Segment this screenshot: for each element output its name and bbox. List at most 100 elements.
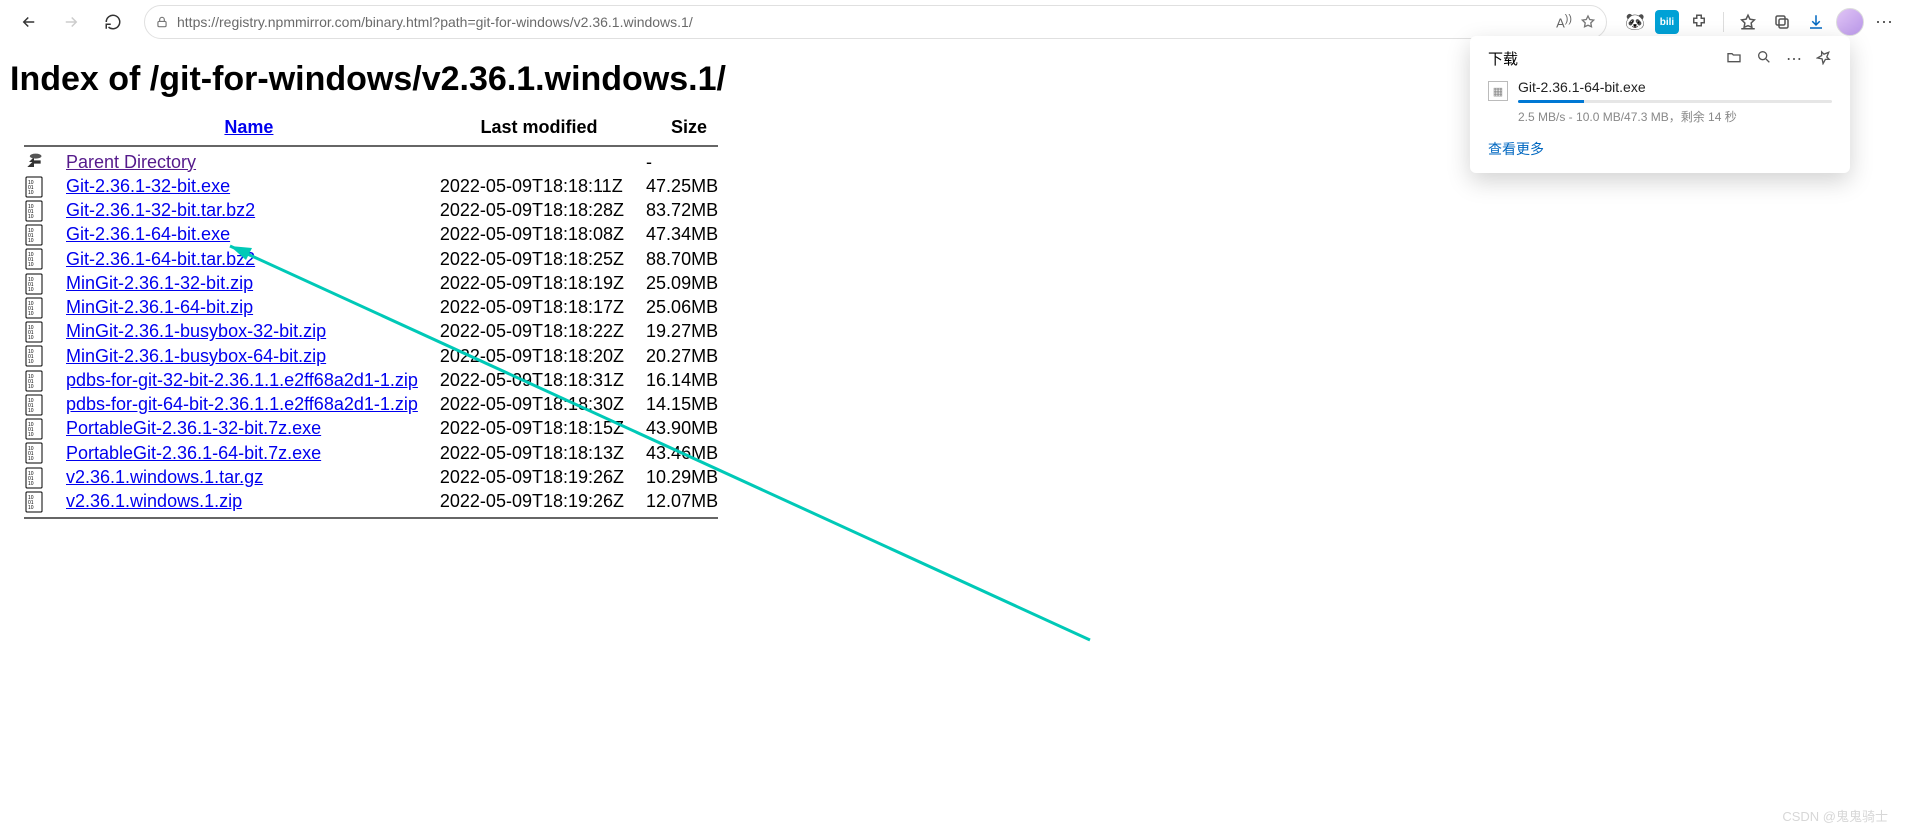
size-cell: 83.72MB	[642, 199, 736, 223]
table-row: 100110 MinGit-2.36.1-busybox-32-bit.zip 20…	[20, 320, 736, 344]
file-link[interactable]: PortableGit-2.36.1-32-bit.7z.exe	[66, 418, 321, 438]
parent-dir-link[interactable]: Parent Directory	[66, 152, 196, 172]
file-link[interactable]: MinGit-2.36.1-64-bit.zip	[66, 297, 253, 317]
read-aloud-icon[interactable]: A))	[1556, 13, 1572, 30]
back-icon	[24, 151, 44, 173]
binary-file-icon: 100110	[24, 442, 44, 464]
file-link[interactable]: v2.36.1.windows.1.zip	[66, 491, 242, 511]
size-cell: 19.27MB	[642, 320, 736, 344]
back-button[interactable]	[12, 5, 46, 39]
modified-cell: 2022-05-09T18:18:20Z	[436, 344, 642, 368]
binary-file-icon: 100110	[24, 370, 44, 392]
file-link[interactable]: MinGit-2.36.1-busybox-32-bit.zip	[66, 321, 326, 341]
file-listing-table: Name Last modified Size Parent Directory…	[20, 113, 736, 522]
watermark: CSDN @鬼鬼骑士	[1782, 806, 1888, 825]
file-link[interactable]: pdbs-for-git-64-bit-2.36.1.1.e2ff68a2d1-…	[66, 394, 418, 414]
lock-icon	[155, 15, 169, 29]
forward-button[interactable]	[54, 5, 88, 39]
svg-text:10: 10	[28, 481, 34, 487]
svg-text:10: 10	[28, 214, 34, 220]
table-row: 100110Git-2.36.1-64-bit.tar.bz22022-05-0…	[20, 247, 736, 271]
file-icon: ▦	[1488, 81, 1508, 101]
binary-file-icon: 100110	[24, 394, 44, 416]
profile-avatar[interactable]	[1836, 8, 1864, 36]
file-link[interactable]: Git-2.36.1-32-bit.tar.bz2	[66, 200, 255, 220]
table-row: 100110 MinGit-2.36.1-32-bit.zip 2022-05-09…	[20, 271, 736, 295]
binary-file-icon: 100110	[24, 200, 44, 222]
toolbar-right: 🐼 bili ⋯	[1621, 8, 1898, 36]
view-more-link[interactable]: 查看更多	[1488, 141, 1544, 157]
binary-file-icon: 100110	[24, 224, 44, 246]
table-row: 100110PortableGit-2.36.1-32-bit.7z.exe20…	[20, 417, 736, 441]
extensions-icon[interactable]	[1685, 8, 1713, 36]
file-link[interactable]: MinGit-2.36.1-busybox-64-bit.zip	[66, 346, 326, 366]
modified-cell: 2022-05-09T18:18:19Z	[436, 271, 642, 295]
downloads-icon[interactable]	[1802, 8, 1830, 36]
binary-file-icon: 100110	[24, 467, 44, 489]
table-row: 100110 Git-2.36.1-32-bit.tar.bz2 2022-05-0…	[20, 199, 736, 223]
file-link[interactable]: Git-2.36.1-64-bit.tar.bz2	[66, 249, 255, 269]
modified-cell: 2022-05-09T18:18:13Z	[436, 441, 642, 465]
favorite-icon[interactable]	[1580, 14, 1596, 30]
separator	[1723, 12, 1724, 32]
file-link[interactable]: Git-2.36.1-32-bit.exe	[66, 176, 230, 196]
file-link[interactable]: Git-2.36.1-64-bit.exe	[66, 224, 230, 244]
svg-text:10: 10	[28, 408, 34, 414]
size-cell: 12.07MB	[642, 490, 736, 514]
more-icon[interactable]: ⋯	[1786, 49, 1802, 69]
download-stats: 2.5 MB/s - 10.0 MB/47.3 MB，剩余 14 秒	[1518, 108, 1832, 125]
binary-file-icon: 100110	[24, 321, 44, 343]
svg-text:10: 10	[28, 505, 34, 511]
favorites-bar-icon[interactable]	[1734, 8, 1762, 36]
panda-ext-icon[interactable]: 🐼	[1621, 8, 1649, 36]
modified-cell: 2022-05-09T18:19:26Z	[436, 490, 642, 514]
binary-file-icon: 100110	[24, 273, 44, 295]
table-row: 100110Git-2.36.1-64-bit.exe2022-05-09T18…	[20, 223, 736, 247]
size-cell: 25.06MB	[642, 296, 736, 320]
downloads-panel: 下载 ⋯ ▦ Git-2.36.1-64-bit.exe 2.5 MB/s - …	[1470, 36, 1850, 173]
table-row: 100110 pdbs-for-git-32-bit-2.36.1.1.e2ff6…	[20, 368, 736, 392]
pin-icon[interactable]	[1816, 49, 1832, 69]
modified-cell: 2022-05-09T18:18:22Z	[436, 320, 642, 344]
more-button[interactable]: ⋯	[1870, 8, 1898, 36]
file-link[interactable]: PortableGit-2.36.1-64-bit.7z.exe	[66, 443, 321, 463]
svg-text:10: 10	[28, 384, 34, 390]
modified-cell: 2022-05-09T18:18:28Z	[436, 199, 642, 223]
modified-cell: 2022-05-09T18:18:30Z	[436, 393, 642, 417]
open-folder-icon[interactable]	[1726, 49, 1742, 69]
size-cell: 47.34MB	[642, 223, 736, 247]
refresh-button[interactable]	[96, 5, 130, 39]
col-size: Size	[642, 113, 736, 142]
binary-file-icon: 100110	[24, 297, 44, 319]
modified-cell: 2022-05-09T18:18:31Z	[436, 368, 642, 392]
table-row: 100110Git-2.36.1-32-bit.exe2022-05-09T18…	[20, 174, 736, 198]
size-cell: 47.25MB	[642, 174, 736, 198]
svg-text:10: 10	[28, 238, 34, 244]
file-link[interactable]: MinGit-2.36.1-32-bit.zip	[66, 273, 253, 293]
address-bar[interactable]: https://registry.npmmirror.com/binary.ht…	[144, 5, 1607, 39]
table-row: 100110MinGit-2.36.1-busybox-64-bit.zip20…	[20, 344, 736, 368]
binary-file-icon: 100110	[24, 491, 44, 513]
table-row: 100110MinGit-2.36.1-64-bit.zip2022-05-09…	[20, 296, 736, 320]
svg-text:10: 10	[28, 262, 34, 268]
svg-text:10: 10	[28, 359, 34, 365]
collections-icon[interactable]	[1768, 8, 1796, 36]
size-cell: 16.14MB	[642, 368, 736, 392]
download-filename: Git-2.36.1-64-bit.exe	[1518, 79, 1832, 95]
svg-text:10: 10	[28, 335, 34, 341]
search-icon[interactable]	[1756, 49, 1772, 69]
size-cell: -	[642, 150, 736, 174]
binary-file-icon: 100110	[24, 176, 44, 198]
file-link[interactable]: pdbs-for-git-32-bit-2.36.1.1.e2ff68a2d1-…	[66, 370, 418, 390]
url-text: https://registry.npmmirror.com/binary.ht…	[177, 14, 1548, 30]
modified-cell: 2022-05-09T18:18:15Z	[436, 417, 642, 441]
bilibili-ext-icon[interactable]: bili	[1655, 10, 1679, 34]
col-modified: Last modified	[436, 113, 642, 142]
download-item[interactable]: ▦ Git-2.36.1-64-bit.exe 2.5 MB/s - 10.0 …	[1488, 79, 1832, 125]
progress-bar	[1518, 100, 1832, 103]
col-name[interactable]: Name	[224, 117, 273, 137]
modified-cell: 2022-05-09T18:19:26Z	[436, 465, 642, 489]
size-cell: 10.29MB	[642, 465, 736, 489]
file-link[interactable]: v2.36.1.windows.1.tar.gz	[66, 467, 263, 487]
modified-cell: 2022-05-09T18:18:25Z	[436, 247, 642, 271]
